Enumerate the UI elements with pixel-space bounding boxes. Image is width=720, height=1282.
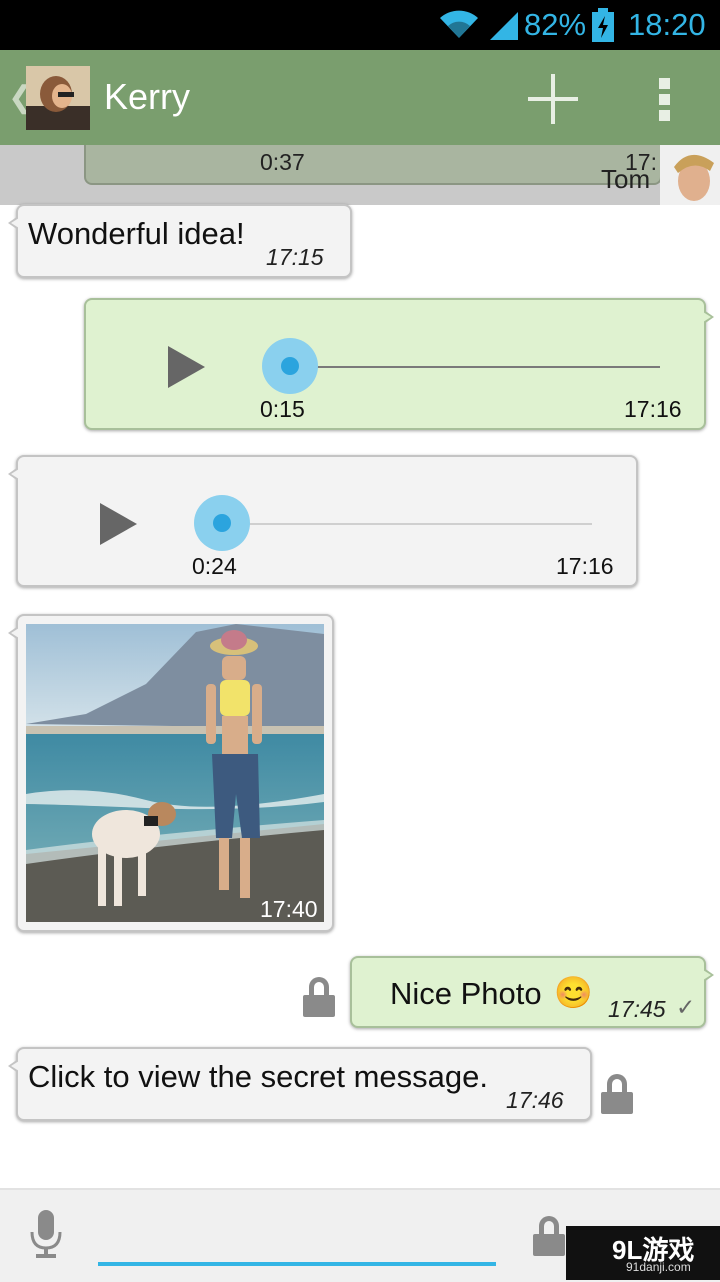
notification-sender: Tom — [601, 164, 651, 194]
audio-message-incoming[interactable]: 0:24 17:16 — [8, 455, 638, 587]
message-input[interactable] — [98, 1220, 500, 1262]
lock-icon[interactable] — [601, 1074, 633, 1114]
contact-avatar[interactable] — [26, 66, 90, 130]
audio-seek-track[interactable] — [290, 366, 660, 368]
message-text: Wonderful idea! — [28, 216, 245, 251]
play-icon[interactable] — [168, 346, 205, 388]
audio-seek-handle[interactable] — [194, 495, 250, 551]
signal-icon — [490, 12, 518, 40]
audio-seek-handle[interactable] — [262, 338, 318, 394]
message-bubble-incoming[interactable]: Wonderful idea! 17:15 — [8, 204, 352, 278]
watermark: 9L游戏 91danji.com — [566, 1226, 720, 1280]
message-time: 17:40 — [260, 896, 318, 922]
audio-duration: 0:15 — [260, 396, 305, 422]
secret-message-bubble[interactable]: Click to view the secret message. 17:46 — [8, 1047, 592, 1121]
message-bubble-outgoing[interactable]: Nice Photo 😊 17:45 ✓ — [350, 956, 714, 1028]
beach-photo[interactable] — [26, 624, 324, 922]
message-time: 17:16 — [624, 396, 682, 422]
status-time: 18:20 — [628, 7, 706, 42]
lock-icon[interactable] — [303, 977, 335, 1017]
message-time: 17:46 — [506, 1087, 564, 1113]
contact-name[interactable]: Kerry — [104, 76, 190, 118]
play-icon[interactable] — [100, 503, 137, 545]
image-message-incoming[interactable]: 17:40 — [8, 614, 334, 932]
audio-seek-track[interactable] — [222, 523, 592, 525]
lock-toggle-icon[interactable] — [533, 1216, 565, 1256]
message-time: 17:16 — [556, 553, 614, 579]
smiley-emoji-icon: 😊 — [554, 975, 593, 1010]
microphone-icon[interactable] — [30, 1210, 62, 1258]
battery-charging-icon — [592, 8, 614, 42]
overflow-menu-icon[interactable] — [652, 78, 678, 122]
message-text: Click to view the secret message. — [28, 1059, 489, 1094]
audio-message-outgoing[interactable]: 0:15 17:16 — [84, 298, 714, 430]
message-time: 17:15 — [266, 244, 324, 270]
audio-duration: 0:24 — [192, 553, 237, 579]
wifi-icon — [440, 10, 478, 38]
message-text: Nice Photo — [390, 976, 542, 1011]
notification-duration: 0:37 — [260, 149, 305, 175]
input-underline — [98, 1262, 496, 1266]
notification-avatar — [660, 145, 720, 205]
watermark-site: 91danji.com — [626, 1260, 691, 1274]
notification-bubble — [84, 145, 662, 185]
battery-percent: 82% — [524, 7, 587, 42]
sent-check-icon: ✓ — [676, 994, 696, 1020]
add-icon[interactable] — [528, 74, 578, 124]
message-time: 17:45 — [608, 996, 666, 1022]
